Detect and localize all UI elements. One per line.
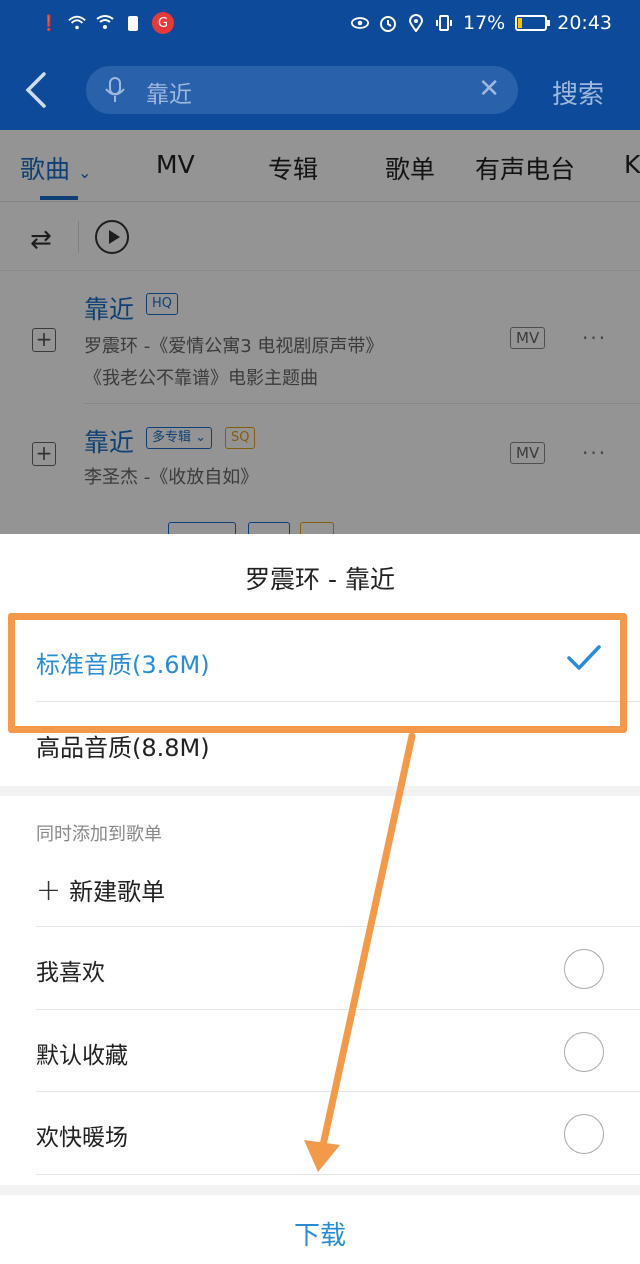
alert-icon: ❗ (39, 13, 59, 32)
highlight-box (8, 613, 627, 733)
clear-icon[interactable]: ✕ (478, 74, 500, 104)
search-query: 靠近 (146, 82, 192, 108)
status-bar: ❗ G 17% 20:43 (0, 0, 640, 50)
search-input[interactable]: 靠近 ✕ (86, 66, 518, 114)
row-divider (36, 1174, 640, 1175)
section-divider (0, 1185, 640, 1195)
microphone-icon[interactable] (104, 76, 126, 104)
plus-icon: + (36, 873, 62, 908)
download-button[interactable]: 下载 (0, 1195, 640, 1264)
wifi-icon (68, 13, 86, 33)
radio-icon[interactable] (564, 1032, 604, 1072)
netease-music-icon: G (152, 12, 174, 34)
alarm-icon (379, 13, 397, 33)
playlist-item[interactable]: 欢快暖场 (0, 1092, 640, 1174)
playlist-item[interactable]: 默认收藏 (0, 1010, 640, 1092)
vibrate-icon (435, 13, 453, 33)
wifi-shield-icon (96, 13, 114, 33)
location-icon (407, 13, 425, 33)
back-arrow-icon[interactable] (22, 70, 52, 110)
sheet-title: 罗震环 - 靠近 (245, 565, 395, 594)
playlist-label: 我喜欢 (36, 960, 105, 986)
new-playlist-label: 新建歌单 (69, 878, 166, 906)
radio-icon[interactable] (564, 1114, 604, 1154)
battery-percent: 17% (463, 12, 506, 34)
battery-icon (515, 15, 551, 31)
phone-battery-icon (124, 13, 142, 33)
modal-backdrop[interactable] (0, 130, 640, 534)
battery-level (518, 18, 523, 28)
playlist-label: 欢快暖场 (36, 1125, 128, 1151)
app-header: ❗ G 17% 20:43 靠近 ✕ 搜索 (0, 0, 640, 130)
search-button[interactable]: 搜索 (552, 74, 604, 111)
playlist-item[interactable]: 我喜欢 (0, 927, 640, 1009)
eye-icon (351, 13, 369, 33)
section-divider (0, 786, 640, 796)
playlist-label: 默认收藏 (36, 1043, 128, 1069)
new-playlist-button[interactable]: + 新建歌单 (36, 872, 165, 908)
quality-label: 高品音质(8.8M) (36, 734, 210, 762)
also-add-label: 同时添加到歌单 (36, 824, 162, 845)
radio-icon[interactable] (564, 949, 604, 989)
clock-time: 20:43 (557, 12, 612, 34)
